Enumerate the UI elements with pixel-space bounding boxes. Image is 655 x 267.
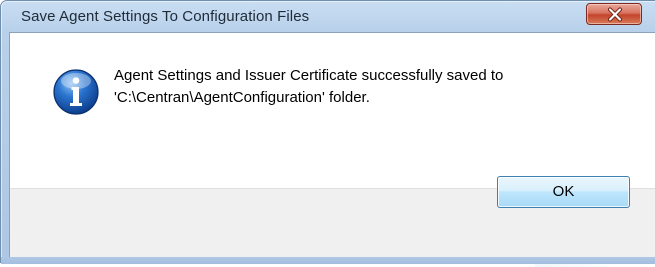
close-icon <box>608 7 622 22</box>
window-frame-bottom <box>1 257 655 264</box>
ok-button[interactable]: OK <box>497 176 630 208</box>
message-dialog: Save Agent Settings To Configuration Fil… <box>0 0 655 264</box>
close-button[interactable] <box>586 3 642 25</box>
window-title: Save Agent Settings To Configuration Fil… <box>21 8 310 25</box>
message-text: Agent Settings and Issuer Certificate su… <box>114 65 634 109</box>
message-line-1: Agent Settings and Issuer Certificate su… <box>114 67 504 84</box>
info-icon <box>53 69 99 115</box>
title-bar[interactable]: Save Agent Settings To Configuration Fil… <box>1 1 655 32</box>
message-area <box>10 33 655 188</box>
message-line-2: 'C:\Centran\AgentConfiguration' folder. <box>114 89 370 106</box>
